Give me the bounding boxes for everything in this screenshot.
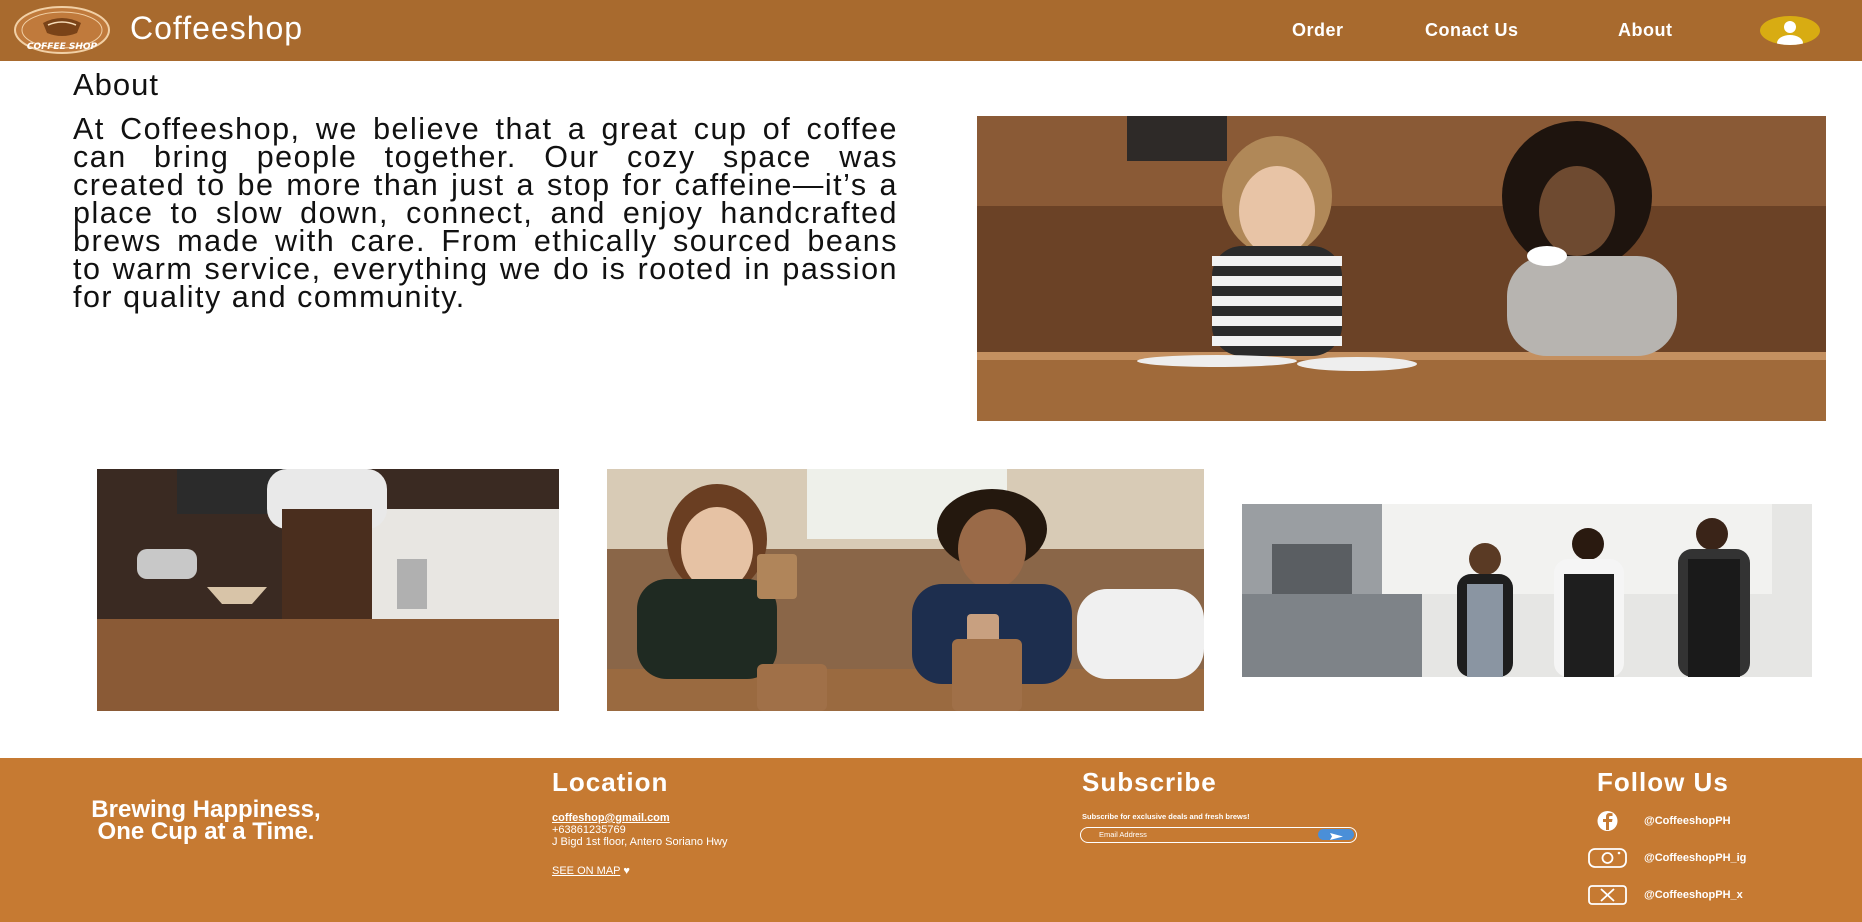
email-address-input[interactable] <box>1099 830 1299 839</box>
contact-phone: +63861235769 <box>552 824 626 836</box>
about-heading: About <box>73 67 160 102</box>
facebook-handle: @CoffeeshopPH <box>1644 815 1731 827</box>
contact-email-link[interactable]: coffeshop@gmail.com <box>552 812 670 824</box>
subscribe-send-button[interactable] <box>1318 829 1354 840</box>
contact-address: J Bigd 1st floor, Antero Soriano Hwy <box>552 836 728 848</box>
friends-laughing-coffee-photo <box>607 469 1204 711</box>
instagram-link[interactable]: @CoffeeshopPH_ig <box>1588 847 1788 871</box>
see-on-map-label[interactable]: SEE ON MAP <box>552 865 620 877</box>
subscribe-form <box>1080 827 1357 843</box>
x-icon <box>1588 885 1627 905</box>
x-handle: @CoffeeshopPH_x <box>1644 889 1743 901</box>
subscribe-note: Subscribe for exclusive deals and fresh … <box>1082 812 1250 821</box>
send-icon <box>1330 833 1343 840</box>
heart-icon: ♥ <box>623 865 630 877</box>
facebook-link[interactable]: @CoffeeshopPH <box>1588 810 1788 834</box>
barista-pour-over-photo <box>97 469 559 711</box>
location-heading: Location <box>552 767 669 797</box>
nav-about-link[interactable]: About <box>1618 20 1672 41</box>
see-on-map-link[interactable]: SEE ON MAP ♥ <box>552 865 630 877</box>
svg-text:COFFEE SHOP: COFFEE SHOP <box>27 42 98 52</box>
baristas-team-photo <box>1242 504 1812 677</box>
x-link[interactable]: @CoffeeshopPH_x <box>1588 884 1788 908</box>
follow-us-heading: Follow Us <box>1597 767 1729 797</box>
about-paragraph: At Coffeeshop, we believe that a great c… <box>73 112 898 314</box>
coffee-shop-logo[interactable]: COFFEE SHOP <box>13 5 111 55</box>
footer: Brewing Happiness, One Cup at a Time. Lo… <box>0 758 1862 922</box>
user-avatar-icon[interactable] <box>1760 16 1820 45</box>
brand-title[interactable]: Coffeeshop <box>130 10 303 47</box>
two-women-coffee-photo <box>977 116 1826 421</box>
facebook-icon <box>1597 811 1618 831</box>
nav-order-link[interactable]: Order <box>1292 20 1344 41</box>
top-navbar: COFFEE SHOP Coffeeshop Order Conact Us A… <box>0 0 1862 61</box>
instagram-handle: @CoffeeshopPH_ig <box>1644 852 1747 864</box>
nav-contact-link[interactable]: Conact Us <box>1425 20 1519 41</box>
footer-tagline: Brewing Happiness, One Cup at a Time. <box>91 796 321 845</box>
instagram-icon <box>1588 848 1627 868</box>
subscribe-heading: Subscribe <box>1082 767 1217 797</box>
